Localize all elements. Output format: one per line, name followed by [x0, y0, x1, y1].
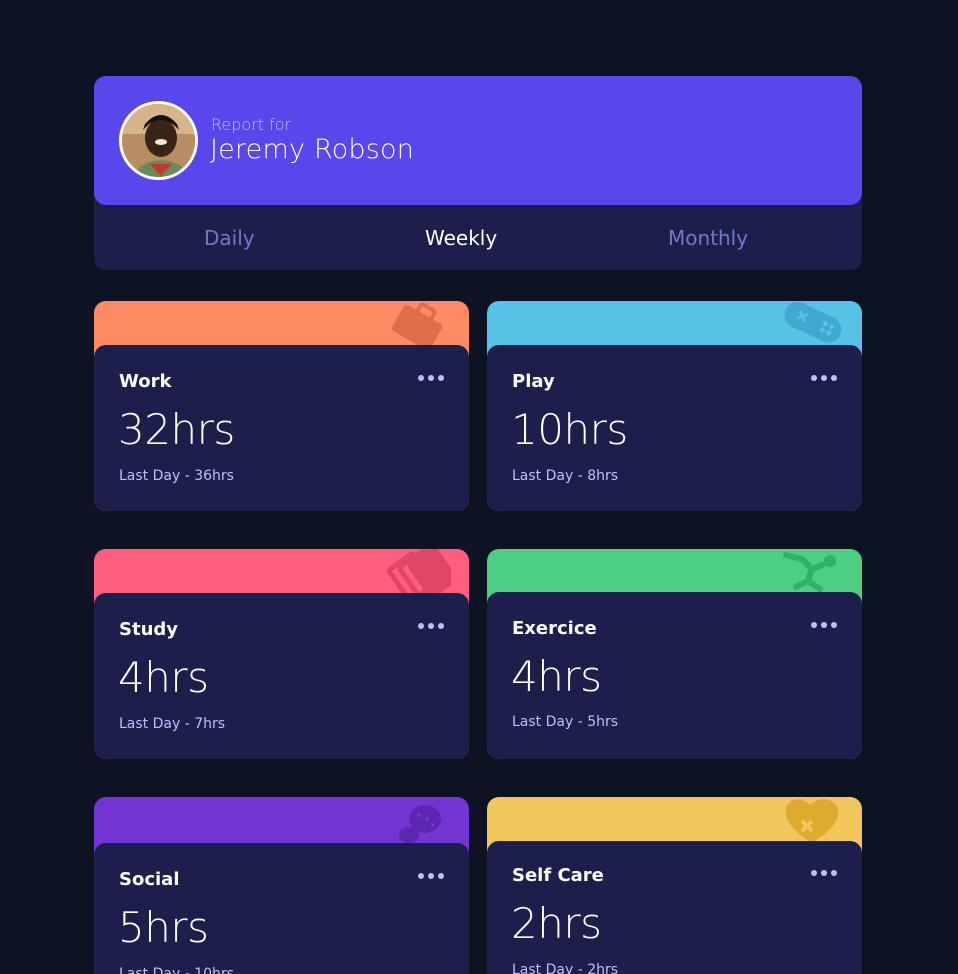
avatar — [119, 101, 198, 180]
tab-weekly[interactable]: Weekly — [425, 226, 497, 250]
profile-card: Report for Jeremy Robson Daily Weekly Mo… — [94, 76, 862, 270]
card-body: Work 32hrs Last Day - 36hrs — [94, 345, 469, 511]
activity-card-work[interactable]: Work 32hrs Last Day - 36hrs — [94, 301, 469, 511]
previous-hours: Last Day - 36hrs — [119, 468, 234, 484]
activity-title: Work — [119, 371, 172, 392]
previous-hours: Last Day - 10hrs — [119, 966, 234, 974]
card-body: Self Care 2hrs Last Day - 2hrs — [487, 841, 862, 974]
report-for-label: Report for — [211, 115, 292, 134]
current-hours: 5hrs — [118, 903, 209, 952]
dashboard: Report for Jeremy Robson Daily Weekly Mo… — [0, 0, 958, 974]
activity-title: Exercice — [512, 618, 597, 639]
tab-monthly[interactable]: Monthly — [668, 226, 748, 250]
previous-hours: Last Day - 5hrs — [512, 714, 619, 730]
ellipsis-icon[interactable] — [418, 375, 444, 381]
card-body: Study 4hrs Last Day - 7hrs — [94, 593, 469, 759]
activity-card-play[interactable]: Play 10hrs Last Day - 8hrs — [487, 301, 862, 511]
current-hours: 32hrs — [118, 405, 235, 454]
ellipsis-icon[interactable] — [811, 870, 837, 876]
card-body: Play 10hrs Last Day - 8hrs — [487, 345, 862, 511]
ellipsis-icon[interactable] — [418, 873, 444, 879]
previous-hours: Last Day - 8hrs — [512, 468, 619, 484]
activity-title: Study — [119, 619, 179, 640]
activity-card-self-care[interactable]: Self Care 2hrs Last Day - 2hrs — [487, 797, 862, 974]
tab-daily[interactable]: Daily — [204, 226, 255, 250]
previous-hours: Last Day - 7hrs — [119, 716, 226, 732]
activity-title: Social — [119, 869, 180, 890]
current-hours: 4hrs — [118, 653, 209, 702]
previous-hours: Last Day - 2hrs — [512, 962, 619, 974]
activity-card-exercice[interactable]: Exercice 4hrs Last Day - 5hrs — [487, 549, 862, 759]
user-name: Jeremy Robson — [210, 134, 415, 165]
ellipsis-icon[interactable] — [418, 623, 444, 629]
profile-header: Report for Jeremy Robson — [94, 76, 862, 205]
activity-card-study[interactable]: Study 4hrs Last Day - 7hrs — [94, 549, 469, 759]
card-body: Exercice 4hrs Last Day - 5hrs — [487, 592, 862, 759]
card-body: Social 5hrs Last Day - 10hrs — [94, 843, 469, 974]
current-hours: 10hrs — [511, 405, 628, 454]
social-bubble-icon — [387, 797, 451, 849]
activity-title: Self Care — [512, 865, 604, 886]
current-hours: 4hrs — [511, 652, 602, 701]
ellipsis-icon[interactable] — [811, 622, 837, 628]
activity-title: Play — [512, 371, 555, 392]
ellipsis-icon[interactable] — [811, 375, 837, 381]
current-hours: 2hrs — [511, 899, 602, 948]
activity-card-social[interactable]: Social 5hrs Last Day - 10hrs — [94, 797, 469, 974]
